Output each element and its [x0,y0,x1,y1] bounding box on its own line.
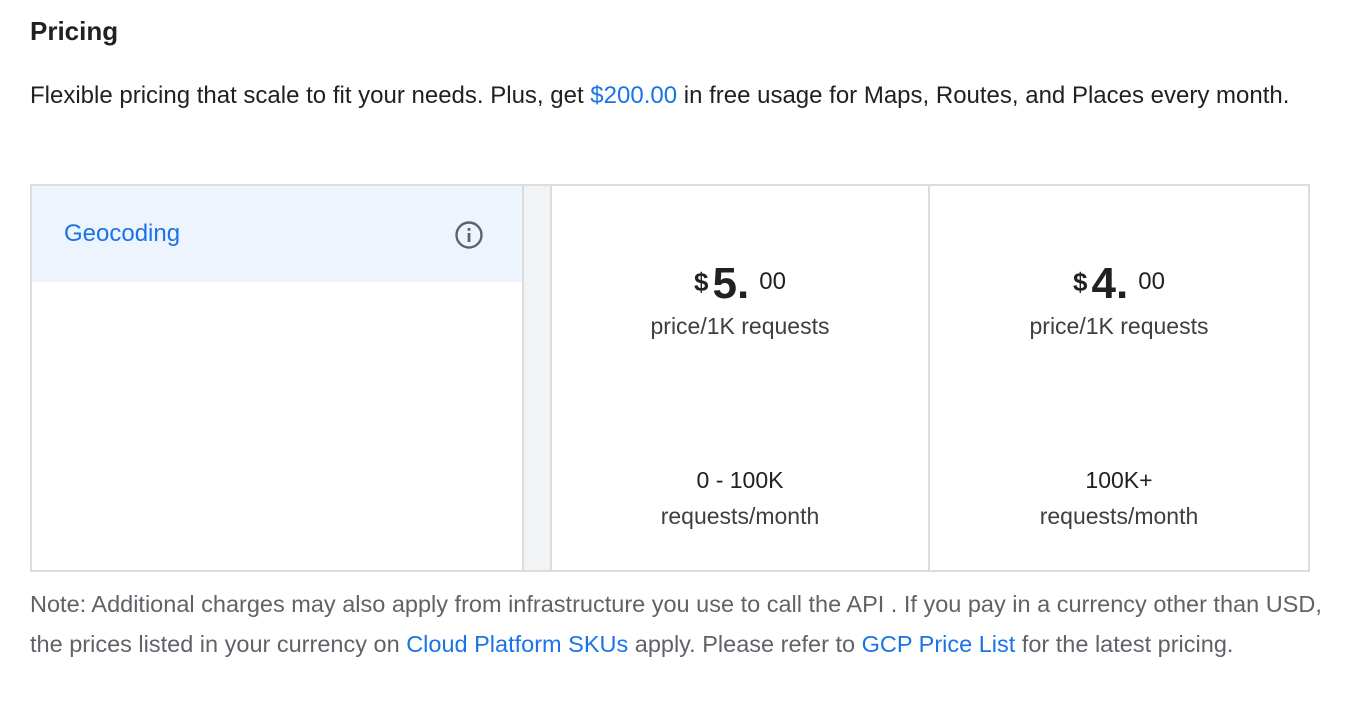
cloud-platform-skus-link[interactable]: Cloud Platform SKUs [406,631,628,657]
tier-volume-range: 100K+ [1085,467,1153,493]
page-title: Pricing [30,16,119,46]
tier-volume-unit: requests/month [660,503,820,529]
price-whole: 4 [1091,259,1116,308]
price-currency: $ [1073,267,1088,297]
pricing-table: Geocoding $5. 00 price/1K requests 0 - 10… [30,184,1310,572]
pricing-note: Note: Additional charges may also apply … [30,584,1335,664]
sku-list: Geocoding [32,186,524,570]
free-usage-amount-link[interactable]: $200.00 [590,82,677,109]
gcp-price-list-link[interactable]: GCP Price List [862,631,1016,657]
pricing-page: Pricing Flexible pricing that scale to f… [0,0,1346,722]
intro-text-after: in free usage for Maps, Routes, and Plac… [677,82,1290,109]
intro-text-before: Flexible pricing that scale to fit your … [30,82,591,109]
price-cents: 00 [1138,268,1165,295]
tier-volume-range: 0 - 100K [696,467,784,493]
price-tier-1: $5. 00 price/1K requests 0 - 100K request… [552,186,930,570]
price-cents: 00 [759,268,786,295]
table-gutter [524,186,552,570]
price-decimal-point: . [1116,259,1129,308]
price-currency: $ [694,267,709,297]
tier-price-unit: price/1K requests [650,313,830,339]
price-whole: 5 [712,259,737,308]
tier-price-unit: price/1K requests [1029,313,1209,339]
info-icon[interactable] [454,220,484,250]
pricing-intro: Flexible pricing that scale to fit your … [30,76,1320,116]
note-text-2: apply. Please refer to [628,631,862,657]
sku-item-geocoding[interactable]: Geocoding [32,186,522,282]
note-text-3: for the latest pricing. [1015,631,1234,657]
price-tier-2: $4. 00 price/1K requests 100K+ requests/m… [930,186,1308,570]
price-decimal-point: . [737,259,750,308]
tier-volume-unit: requests/month [1039,503,1199,529]
sku-item-label: Geocoding [64,220,181,247]
